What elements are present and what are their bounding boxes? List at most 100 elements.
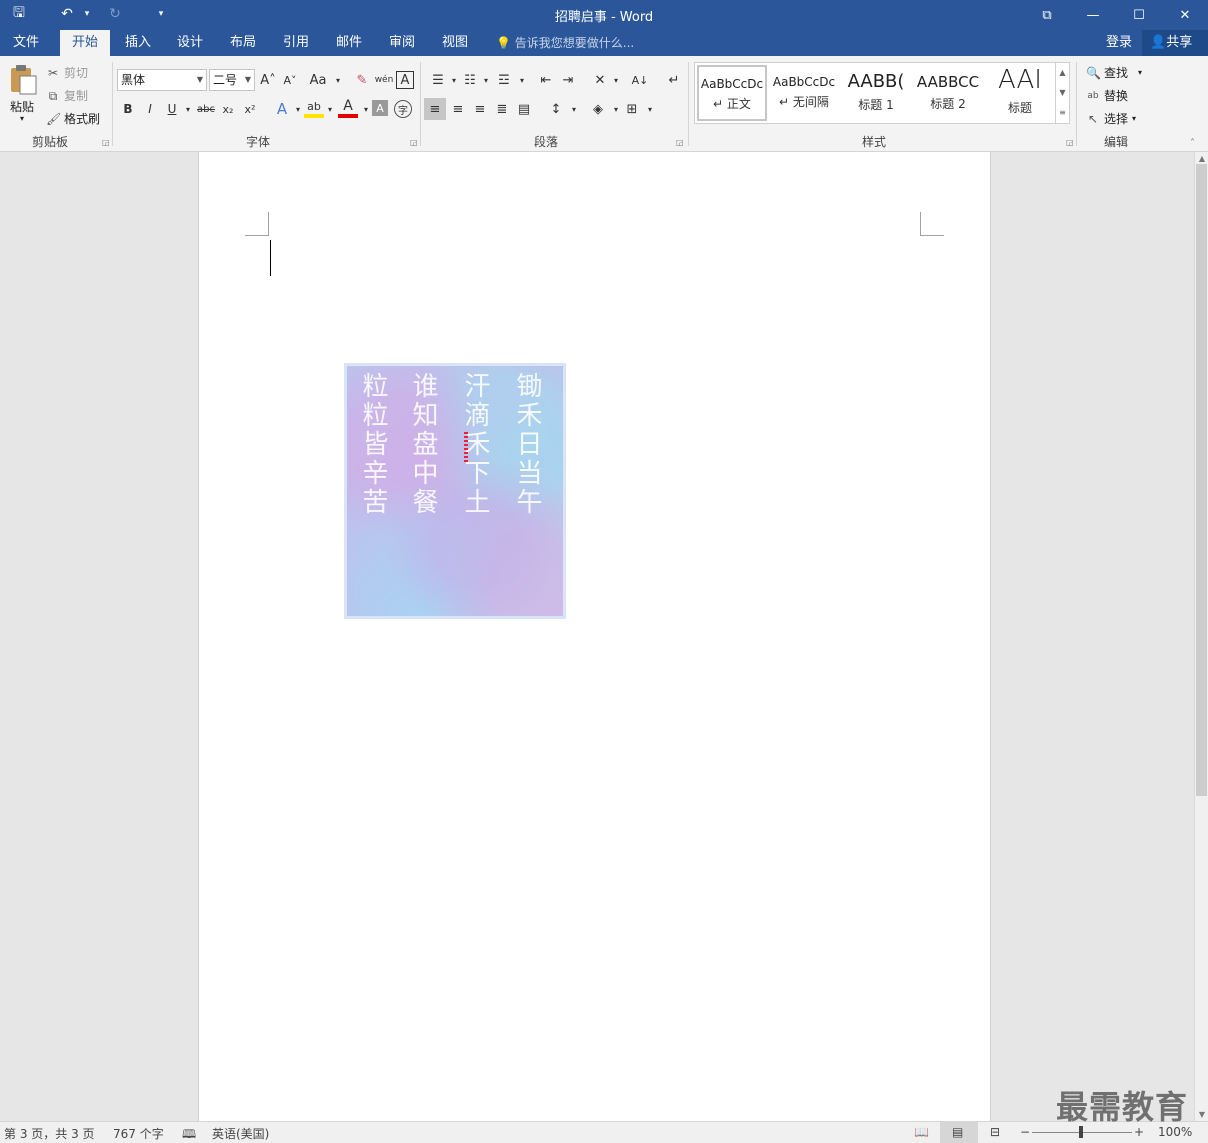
- tab-file[interactable]: 文件: [0, 30, 52, 56]
- more-icon[interactable]: ≡: [1056, 103, 1069, 123]
- styles-scroll[interactable]: ▲ ▼ ≡: [1055, 63, 1069, 123]
- collapse-ribbon-icon[interactable]: ˄: [1190, 138, 1195, 149]
- read-mode-icon[interactable]: 📖: [914, 1125, 929, 1139]
- tab-references[interactable]: 引用: [272, 30, 320, 56]
- font-name-combo[interactable]: 黑体 ▼: [117, 69, 207, 91]
- chevron-down-icon[interactable]: ▾: [564, 98, 584, 120]
- sort-icon[interactable]: A↓: [630, 69, 650, 91]
- cut-button[interactable]: ✂ 剪切: [46, 64, 88, 81]
- format-painter-button[interactable]: 🖌 格式刷: [46, 110, 100, 127]
- language-indicator[interactable]: 英语(美国): [212, 1125, 269, 1142]
- align-right-icon[interactable]: ≡: [470, 98, 490, 120]
- font-group-label: 字体: [245, 135, 270, 149]
- style-heading-2[interactable]: AABBCC 标题 2: [913, 65, 983, 121]
- watermark-logo: 最需教育: [1056, 1088, 1189, 1126]
- paragraph-launcher-icon[interactable]: ◲: [676, 138, 684, 147]
- close-button[interactable]: ✕: [1162, 0, 1208, 30]
- clipboard-launcher-icon[interactable]: ◲: [102, 138, 110, 147]
- font-color-button[interactable]: A: [338, 98, 358, 118]
- show-marks-icon[interactable]: ↵: [664, 69, 684, 91]
- tab-review[interactable]: 审阅: [378, 30, 426, 56]
- styles-launcher-icon[interactable]: ◲: [1066, 138, 1074, 147]
- group-divider: [112, 62, 113, 146]
- chevron-down-icon: ▾: [1132, 114, 1137, 123]
- shrink-font-button[interactable]: A˅: [280, 69, 300, 91]
- character-shading-button[interactable]: A: [372, 100, 388, 116]
- justify-icon[interactable]: ≣: [492, 98, 512, 120]
- chevron-down-icon[interactable]: ▾: [328, 69, 348, 91]
- style-normal[interactable]: AaBbCcDc ↵ 正文: [697, 65, 767, 121]
- copy-button[interactable]: ⧉ 复制: [46, 87, 88, 104]
- minimize-button[interactable]: —: [1070, 0, 1116, 30]
- borders-icon[interactable]: ⊞: [622, 98, 642, 120]
- chevron-down-icon[interactable]: ▾: [640, 98, 660, 120]
- line-spacing-icon[interactable]: ↕: [546, 98, 566, 120]
- enclose-characters-button[interactable]: 字: [394, 100, 412, 118]
- phonetic-guide-button[interactable]: wén: [374, 69, 394, 91]
- share-button[interactable]: 👤共享: [1142, 30, 1208, 56]
- poem-text-box[interactable]: 锄禾日当午 汗滴禾下土 谁知盘中餐 粒粒皆辛苦: [344, 363, 566, 619]
- style-title[interactable]: AAI 标题: [985, 65, 1055, 121]
- zoom-out-icon[interactable]: −: [1020, 1125, 1030, 1139]
- chevron-up-icon[interactable]: ▲: [1056, 63, 1069, 83]
- scroll-down-icon[interactable]: ▼: [1195, 1110, 1208, 1119]
- document-page[interactable]: 锄禾日当午 汗滴禾下土 谁知盘中餐 粒粒皆辛苦: [198, 152, 991, 1121]
- subscript-button[interactable]: x₂: [218, 98, 238, 120]
- scroll-up-icon[interactable]: ▲: [1195, 154, 1208, 163]
- distributed-icon[interactable]: ▤: [514, 98, 534, 120]
- paste-dropdown-icon[interactable]: ▾: [20, 114, 24, 123]
- style-no-spacing[interactable]: AaBbCcDc ↵ 无间隔: [769, 65, 839, 121]
- replace-button[interactable]: ab 替换: [1086, 87, 1128, 104]
- font-launcher-icon[interactable]: ◲: [410, 138, 418, 147]
- chevron-down-icon[interactable]: ▾: [320, 98, 340, 120]
- page-indicator[interactable]: 第 3 页，共 3 页: [4, 1125, 95, 1142]
- word-count[interactable]: 767 个字: [113, 1125, 164, 1142]
- status-bar: 第 3 页，共 3 页 767 个字 🕮 英语(美国) 📖 ▤ ⊟ − + 10…: [0, 1121, 1208, 1143]
- select-button[interactable]: ↖ 选择 ▾: [1086, 110, 1136, 127]
- align-center-icon[interactable]: ≡: [448, 98, 468, 120]
- chevron-down-icon[interactable]: ▼: [1056, 83, 1069, 103]
- align-left-icon[interactable]: ≡: [424, 98, 446, 120]
- tab-insert[interactable]: 插入: [114, 30, 162, 56]
- increase-indent-icon[interactable]: ⇥: [558, 69, 578, 91]
- grow-font-button[interactable]: A˄: [258, 69, 278, 91]
- scroll-thumb[interactable]: [1196, 164, 1207, 796]
- strikethrough-button[interactable]: abc: [196, 98, 216, 120]
- web-layout-icon[interactable]: ⊟: [990, 1125, 1000, 1139]
- crop-mark: [245, 212, 269, 236]
- tab-view[interactable]: 视图: [431, 30, 479, 56]
- sign-in-link[interactable]: 登录: [1106, 30, 1132, 56]
- find-button[interactable]: 🔍 查找 ▾: [1086, 64, 1142, 81]
- paste-icon[interactable]: [8, 64, 38, 96]
- tab-mailings[interactable]: 邮件: [325, 30, 373, 56]
- change-case-button[interactable]: Aa: [308, 69, 328, 91]
- tab-layout[interactable]: 布局: [219, 30, 267, 56]
- proofing-icon[interactable]: 🕮: [182, 1125, 196, 1143]
- chevron-down-icon[interactable]: ▾: [606, 69, 626, 91]
- chevron-down-icon[interactable]: ▾: [512, 69, 532, 91]
- shading-bucket-icon[interactable]: ◈: [588, 98, 608, 120]
- print-layout-icon[interactable]: ▤: [952, 1125, 963, 1139]
- maximize-button[interactable]: ☐: [1116, 0, 1162, 30]
- ribbon-tabs: 文件 开始 插入 设计 布局 引用 邮件 审阅 视图 💡 告诉我您想要做什么..…: [0, 30, 1208, 56]
- superscript-button[interactable]: x²: [240, 98, 260, 120]
- vertical-scrollbar[interactable]: ▲ ▼: [1194, 152, 1208, 1121]
- chevron-down-icon: ▾: [1138, 68, 1143, 77]
- chevron-down-icon[interactable]: ▾: [476, 69, 496, 91]
- bold-button[interactable]: B: [118, 98, 138, 120]
- ribbon-display-options-icon[interactable]: ⧉: [1024, 0, 1070, 30]
- style-heading-1[interactable]: AABB( 标题 1: [841, 65, 911, 121]
- tab-design[interactable]: 设计: [166, 30, 214, 56]
- paste-button[interactable]: 粘贴: [10, 98, 34, 115]
- font-size-combo[interactable]: 二号 ▼: [209, 69, 255, 91]
- tab-home[interactable]: 开始: [60, 30, 110, 56]
- italic-button[interactable]: I: [140, 98, 160, 120]
- decrease-indent-icon[interactable]: ⇤: [536, 69, 556, 91]
- multilevel-list-icon[interactable]: ☲: [494, 69, 514, 91]
- clear-formatting-button[interactable]: ✎: [352, 69, 372, 91]
- document-workspace[interactable]: 锄禾日当午 汗滴禾下土 谁知盘中餐 粒粒皆辛苦: [0, 152, 1194, 1121]
- character-border-button[interactable]: A: [396, 71, 414, 89]
- chevron-down-icon[interactable]: ▾: [178, 98, 198, 120]
- tell-me-search[interactable]: 💡 告诉我您想要做什么...: [496, 30, 634, 56]
- replace-icon: ab: [1087, 90, 1099, 101]
